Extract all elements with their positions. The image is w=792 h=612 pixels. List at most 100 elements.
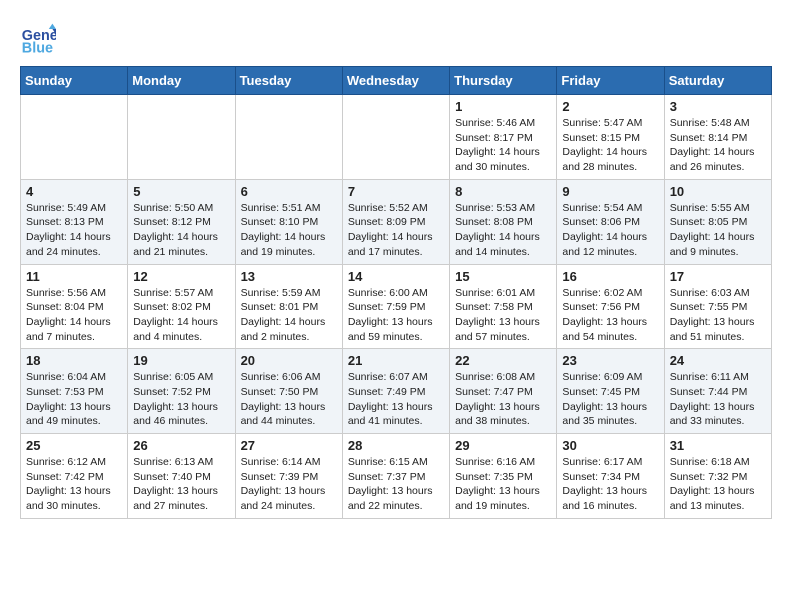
- day-info: Sunrise: 6:18 AM Sunset: 7:32 PM Dayligh…: [670, 455, 766, 514]
- day-info: Sunrise: 6:04 AM Sunset: 7:53 PM Dayligh…: [26, 370, 122, 429]
- day-info: Sunrise: 5:55 AM Sunset: 8:05 PM Dayligh…: [670, 201, 766, 260]
- day-info: Sunrise: 5:46 AM Sunset: 8:17 PM Dayligh…: [455, 116, 551, 175]
- day-info: Sunrise: 6:17 AM Sunset: 7:34 PM Dayligh…: [562, 455, 658, 514]
- calendar-cell: 21Sunrise: 6:07 AM Sunset: 7:49 PM Dayli…: [342, 349, 449, 434]
- day-number: 18: [26, 353, 122, 368]
- day-info: Sunrise: 6:06 AM Sunset: 7:50 PM Dayligh…: [241, 370, 337, 429]
- calendar-cell: 15 Sunrise: 6:01 AM Sunset: 7:58 PM Dayli…: [450, 264, 557, 349]
- calendar-cell: 12Sunrise: 5:57 AM Sunset: 8:02 PM Dayli…: [128, 264, 235, 349]
- day-info: Sunrise: 5:57 AM Sunset: 8:02 PM Dayligh…: [133, 286, 229, 345]
- day-info: Sunrise: 6:14 AM Sunset: 7:39 PM Dayligh…: [241, 455, 337, 514]
- day-info: Sunrise: 6:03 AM Sunset: 7:55 PM Dayligh…: [670, 286, 766, 345]
- calendar-cell: 18 Sunrise: 6:04 AM Sunset: 7:53 PM Dayli…: [21, 349, 128, 434]
- day-number: 14: [348, 269, 444, 284]
- day-info: Sunrise: 6:09 AM Sunset: 7:45 PM Dayligh…: [562, 370, 658, 429]
- day-number: 17: [670, 269, 766, 284]
- day-number: 20: [241, 353, 337, 368]
- day-number: 23: [562, 353, 658, 368]
- day-number: 24: [670, 353, 766, 368]
- calendar-cell: 29 Sunrise: 6:16 AM Sunset: 7:35 PM Dayli…: [450, 434, 557, 519]
- day-info: Sunrise: 5:54 AM Sunset: 8:06 PM Dayligh…: [562, 201, 658, 260]
- day-number: 10: [670, 184, 766, 199]
- calendar-cell: 7 Sunrise: 5:52 AM Sunset: 8:09 PM Daylig…: [342, 179, 449, 264]
- calendar-cell: 4 Sunrise: 5:49 AM Sunset: 8:13 PM Daylig…: [21, 179, 128, 264]
- day-info: Sunrise: 6:16 AM Sunset: 7:35 PM Dayligh…: [455, 455, 551, 514]
- day-number: 27: [241, 438, 337, 453]
- day-number: 13: [241, 269, 337, 284]
- day-info: Sunrise: 6:05 AM Sunset: 7:52 PM Dayligh…: [133, 370, 229, 429]
- weekday-header-sunday: Sunday: [21, 67, 128, 95]
- calendar-cell: [235, 95, 342, 180]
- calendar-week-row: 1 Sunrise: 5:46 AM Sunset: 8:17 PM Daylig…: [21, 95, 772, 180]
- day-number: 2: [562, 99, 658, 114]
- calendar-week-row: 4 Sunrise: 5:49 AM Sunset: 8:13 PM Daylig…: [21, 179, 772, 264]
- calendar-week-row: 18 Sunrise: 6:04 AM Sunset: 7:53 PM Dayli…: [21, 349, 772, 434]
- calendar-cell: 28 Sunrise: 6:15 AM Sunset: 7:37 PM Dayli…: [342, 434, 449, 519]
- calendar-week-row: 11Sunrise: 5:56 AM Sunset: 8:04 PM Dayli…: [21, 264, 772, 349]
- calendar-cell: 16 Sunrise: 6:02 AM Sunset: 7:56 PM Dayli…: [557, 264, 664, 349]
- day-number: 4: [26, 184, 122, 199]
- day-info: Sunrise: 5:48 AM Sunset: 8:14 PM Dayligh…: [670, 116, 766, 175]
- day-info: Sunrise: 6:02 AM Sunset: 7:56 PM Dayligh…: [562, 286, 658, 345]
- day-info: Sunrise: 5:47 AM Sunset: 8:15 PM Dayligh…: [562, 116, 658, 175]
- day-info: Sunrise: 6:11 AM Sunset: 7:44 PM Dayligh…: [670, 370, 766, 429]
- weekday-header-wednesday: Wednesday: [342, 67, 449, 95]
- weekday-header-tuesday: Tuesday: [235, 67, 342, 95]
- calendar-cell: 3 Sunrise: 5:48 AM Sunset: 8:14 PM Daylig…: [664, 95, 771, 180]
- day-info: Sunrise: 5:59 AM Sunset: 8:01 PM Dayligh…: [241, 286, 337, 345]
- calendar-header-row: SundayMondayTuesdayWednesdayThursdayFrid…: [21, 67, 772, 95]
- calendar-cell: 10 Sunrise: 5:55 AM Sunset: 8:05 PM Dayli…: [664, 179, 771, 264]
- day-number: 8: [455, 184, 551, 199]
- day-info: Sunrise: 6:08 AM Sunset: 7:47 PM Dayligh…: [455, 370, 551, 429]
- day-info: Sunrise: 5:49 AM Sunset: 8:13 PM Dayligh…: [26, 201, 122, 260]
- day-info: Sunrise: 6:12 AM Sunset: 7:42 PM Dayligh…: [26, 455, 122, 514]
- calendar-cell: 22 Sunrise: 6:08 AM Sunset: 7:47 PM Dayli…: [450, 349, 557, 434]
- weekday-header-monday: Monday: [128, 67, 235, 95]
- day-number: 16: [562, 269, 658, 284]
- calendar-cell: [128, 95, 235, 180]
- day-info: Sunrise: 5:52 AM Sunset: 8:09 PM Dayligh…: [348, 201, 444, 260]
- svg-text:Blue: Blue: [22, 40, 53, 56]
- day-number: 7: [348, 184, 444, 199]
- day-number: 21: [348, 353, 444, 368]
- calendar-cell: 23 Sunrise: 6:09 AM Sunset: 7:45 PM Dayli…: [557, 349, 664, 434]
- day-number: 1: [455, 99, 551, 114]
- logo: General Blue: [20, 20, 56, 56]
- page-header: General Blue: [20, 20, 772, 56]
- calendar-cell: [342, 95, 449, 180]
- calendar-cell: 30 Sunrise: 6:17 AM Sunset: 7:34 PM Dayli…: [557, 434, 664, 519]
- calendar-cell: 19Sunrise: 6:05 AM Sunset: 7:52 PM Dayli…: [128, 349, 235, 434]
- calendar-cell: 14 Sunrise: 6:00 AM Sunset: 7:59 PM Dayli…: [342, 264, 449, 349]
- calendar-cell: 25 Sunrise: 6:12 AM Sunset: 7:42 PM Dayli…: [21, 434, 128, 519]
- day-info: Sunrise: 5:50 AM Sunset: 8:12 PM Dayligh…: [133, 201, 229, 260]
- calendar-cell: 1 Sunrise: 5:46 AM Sunset: 8:17 PM Daylig…: [450, 95, 557, 180]
- calendar-cell: 13 Sunrise: 5:59 AM Sunset: 8:01 PM Dayli…: [235, 264, 342, 349]
- day-number: 3: [670, 99, 766, 114]
- day-info: Sunrise: 6:00 AM Sunset: 7:59 PM Dayligh…: [348, 286, 444, 345]
- day-number: 6: [241, 184, 337, 199]
- day-info: Sunrise: 6:01 AM Sunset: 7:58 PM Dayligh…: [455, 286, 551, 345]
- calendar-cell: 9Sunrise: 5:54 AM Sunset: 8:06 PM Daylig…: [557, 179, 664, 264]
- day-number: 26: [133, 438, 229, 453]
- calendar-cell: 26Sunrise: 6:13 AM Sunset: 7:40 PM Dayli…: [128, 434, 235, 519]
- calendar-cell: 17 Sunrise: 6:03 AM Sunset: 7:55 PM Dayli…: [664, 264, 771, 349]
- day-number: 25: [26, 438, 122, 453]
- calendar-cell: 6 Sunrise: 5:51 AM Sunset: 8:10 PM Daylig…: [235, 179, 342, 264]
- logo-icon: General Blue: [20, 20, 56, 56]
- day-number: 22: [455, 353, 551, 368]
- day-info: Sunrise: 5:51 AM Sunset: 8:10 PM Dayligh…: [241, 201, 337, 260]
- calendar-cell: 31 Sunrise: 6:18 AM Sunset: 7:32 PM Dayli…: [664, 434, 771, 519]
- calendar-cell: [21, 95, 128, 180]
- day-number: 11: [26, 269, 122, 284]
- day-info: Sunrise: 5:53 AM Sunset: 8:08 PM Dayligh…: [455, 201, 551, 260]
- calendar-cell: 5Sunrise: 5:50 AM Sunset: 8:12 PM Daylig…: [128, 179, 235, 264]
- day-number: 31: [670, 438, 766, 453]
- day-number: 28: [348, 438, 444, 453]
- day-number: 15: [455, 269, 551, 284]
- day-info: Sunrise: 6:15 AM Sunset: 7:37 PM Dayligh…: [348, 455, 444, 514]
- calendar-cell: 2 Sunrise: 5:47 AM Sunset: 8:15 PM Daylig…: [557, 95, 664, 180]
- calendar-cell: 24 Sunrise: 6:11 AM Sunset: 7:44 PM Dayli…: [664, 349, 771, 434]
- day-number: 29: [455, 438, 551, 453]
- day-number: 30: [562, 438, 658, 453]
- weekday-header-friday: Friday: [557, 67, 664, 95]
